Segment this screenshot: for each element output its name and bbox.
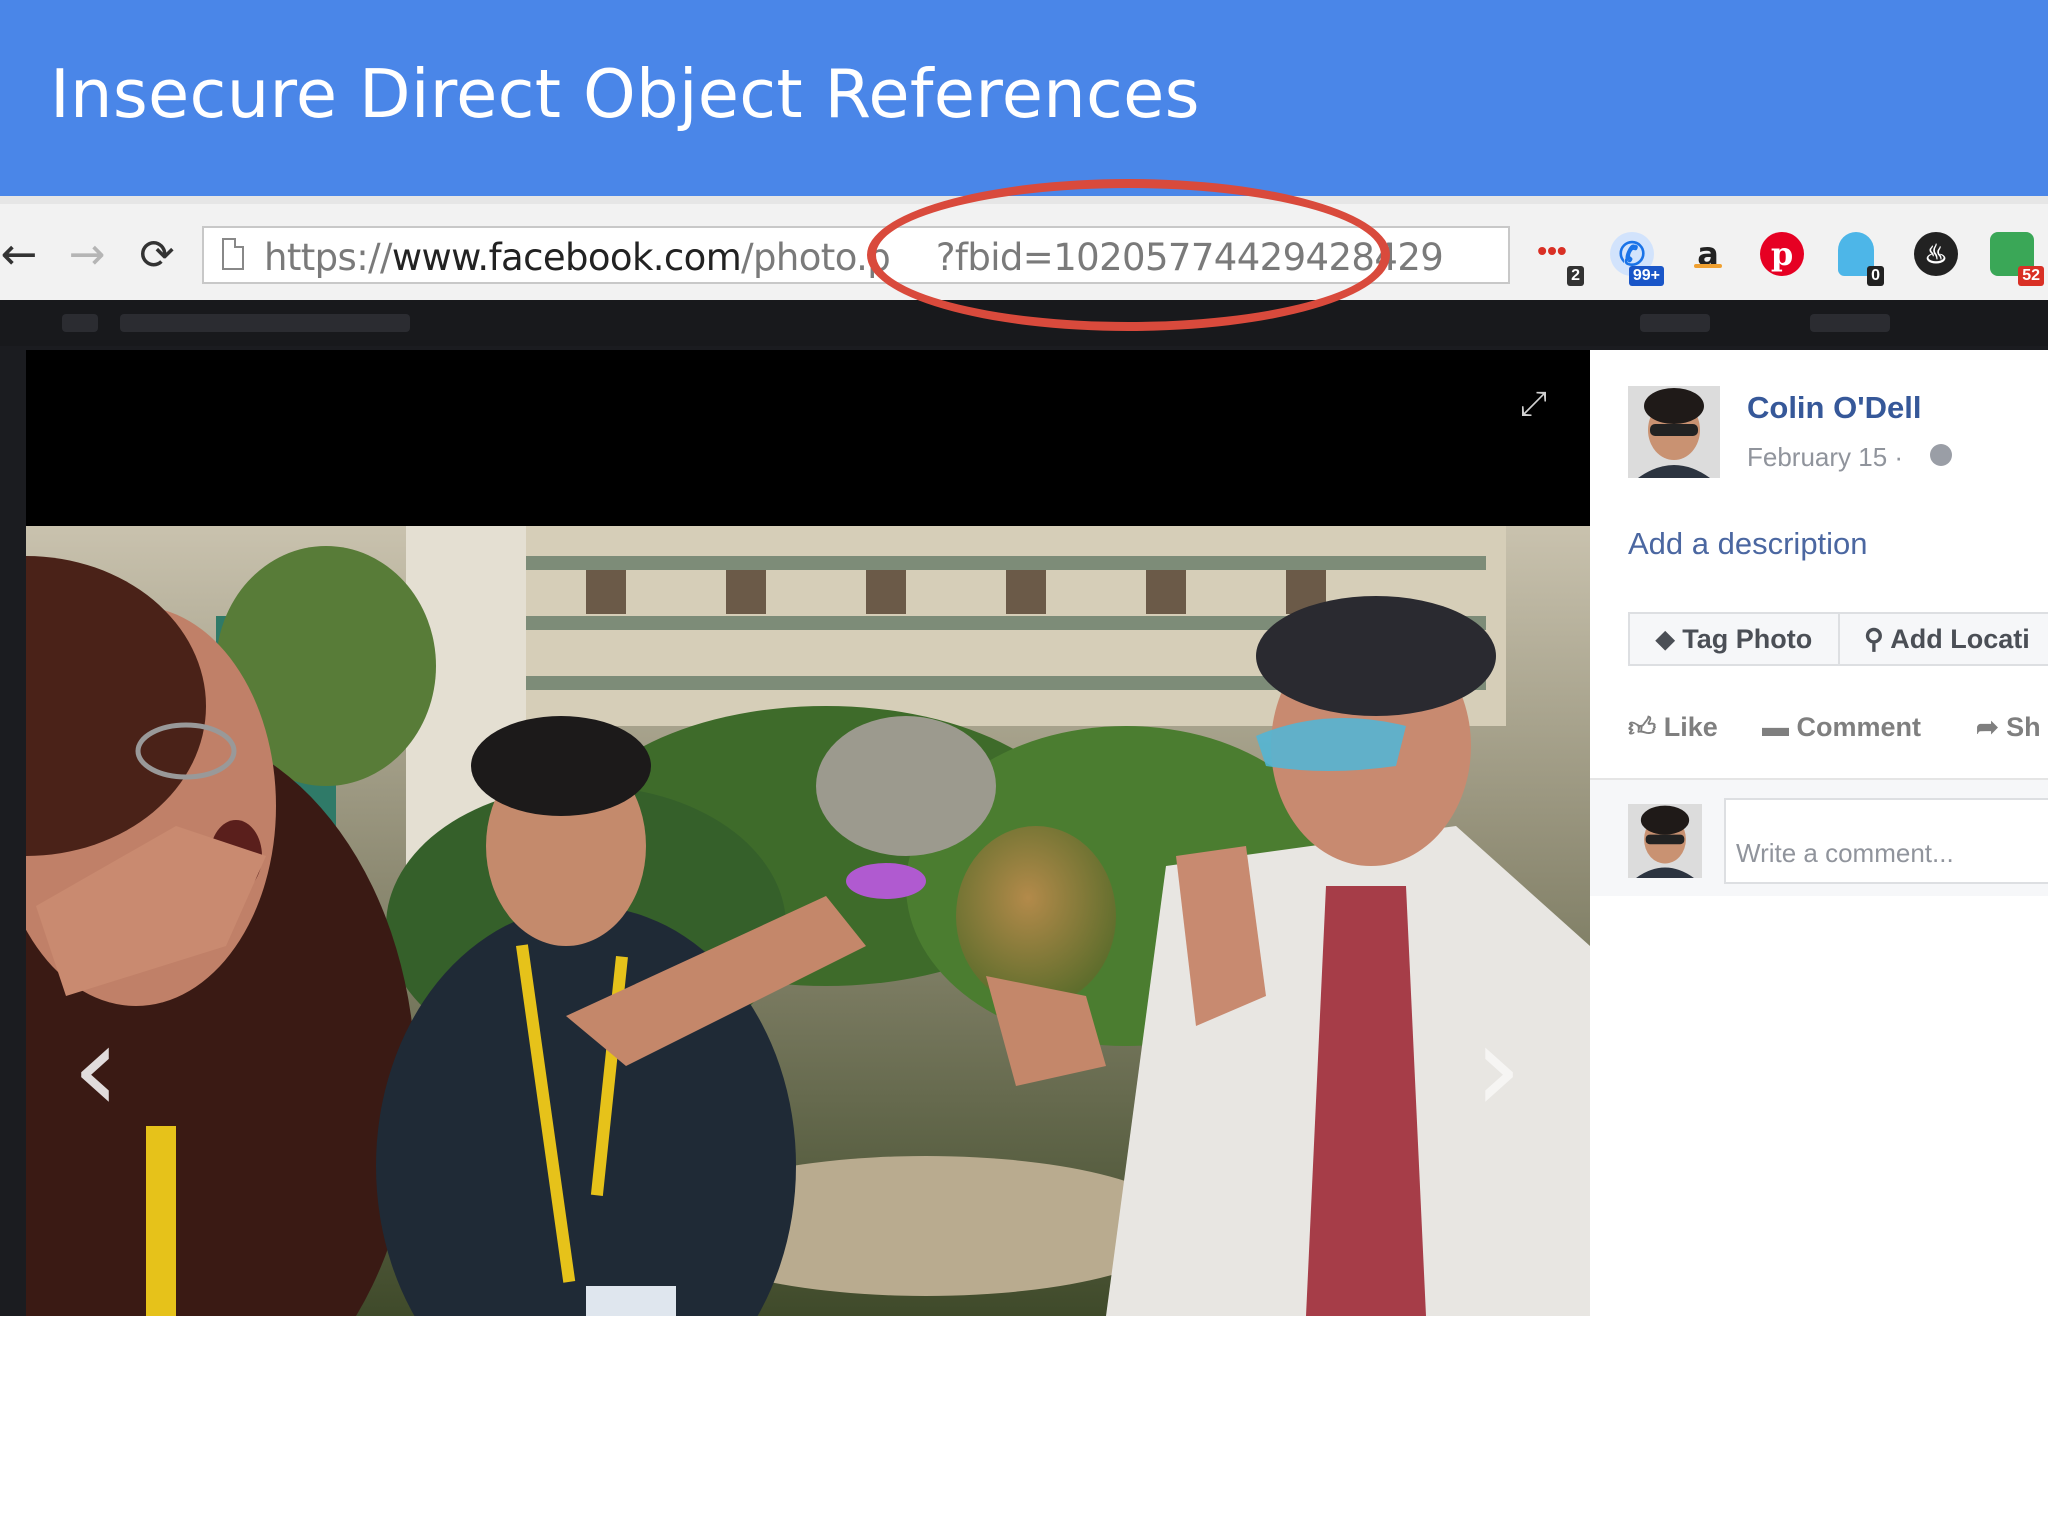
flame-icon[interactable]: ♨ [1914,232,1958,276]
comment-button[interactable]: ▬ Comment [1762,712,1921,743]
pinterest-icon[interactable]: p [1760,232,1804,276]
avatar[interactable] [1628,386,1720,478]
post-date[interactable]: February 15 · [1747,442,1903,473]
blurred-logo [62,314,98,332]
share-label: Sh [2006,712,2041,742]
folder-sync-icon[interactable]: 52 [1990,232,2044,286]
author-name[interactable]: Colin O'Dell [1747,390,1921,426]
comment-label: Comment [1796,712,1922,742]
share-button[interactable]: ➦ Sh [1976,712,2041,743]
slide-footer-space [0,1316,2048,1536]
dots-counter-icon[interactable]: ••• 2 [1530,232,1584,286]
url-scheme: https:// [264,236,392,279]
post-actions: 👍︎ Like ▬ Comment ➦ Sh [1628,706,2048,756]
photo [26,526,1590,1316]
page-icon [222,238,244,270]
blurred-search [120,314,410,332]
comment-input[interactable] [1724,798,2048,884]
browser-screenshot: ← → ⟳ https://www.facebook.com/photo.php… [0,196,2048,1316]
add-description-link[interactable]: Add a description [1628,526,1868,562]
location-pin-icon: ⚲ [1864,624,1891,654]
add-location-label: Add Locati [1890,624,2030,654]
phone-icon[interactable]: ✆ 99+ [1610,232,1664,286]
tag-icon: ⬥ [1655,624,1683,654]
comment-icon: ▬ [1762,712,1797,742]
photo-viewer: ⤢ ‹ › [26,350,1590,1316]
slide-title: Insecure Direct Object References [50,55,1200,133]
photo-actions-bar: ⬥ Tag Photo ⚲ Add Locati [1628,612,2048,666]
url-host: www.facebook.com [391,236,742,279]
expand-icon[interactable]: ⤢ [1520,384,1547,424]
extension-badge: 0 [1867,266,1884,286]
comment-composer [1590,780,2048,896]
thumbs-up-icon: 👍︎ [1628,712,1664,742]
like-label: Like [1663,712,1718,742]
extension-badge: 52 [2018,266,2044,286]
tag-photo-button[interactable]: ⬥ Tag Photo [1630,614,1840,664]
like-button[interactable]: 👍︎ Like [1628,712,1718,744]
tag-photo-label: Tag Photo [1682,624,1813,654]
blurred-nav [1640,314,1710,332]
forward-arrow-icon[interactable]: → [62,230,112,280]
globe-icon[interactable] [1930,444,1952,466]
blurred-nav [1810,314,1890,332]
previous-photo-icon[interactable]: ‹ [72,1010,120,1130]
url-highlight-circle [867,179,1390,331]
photo-sidebar: Colin O'Dell February 15 · Add a descrip… [1590,350,2048,1316]
share-icon: ➦ [1976,712,2007,742]
add-location-button[interactable]: ⚲ Add Locati [1842,614,2048,664]
back-arrow-icon[interactable]: ← [0,230,44,280]
ghostery-icon[interactable]: 0 [1838,232,1884,286]
next-photo-icon[interactable]: › [1474,1010,1522,1130]
extension-badge: 99+ [1628,266,1664,286]
amazon-icon[interactable]: a [1686,232,1730,276]
reload-icon[interactable]: ⟳ [132,230,182,280]
avatar[interactable] [1628,804,1702,878]
photo-image [26,526,1590,1316]
slide-header: Insecure Direct Object References [0,0,2048,196]
extension-badge: 2 [1567,266,1584,286]
